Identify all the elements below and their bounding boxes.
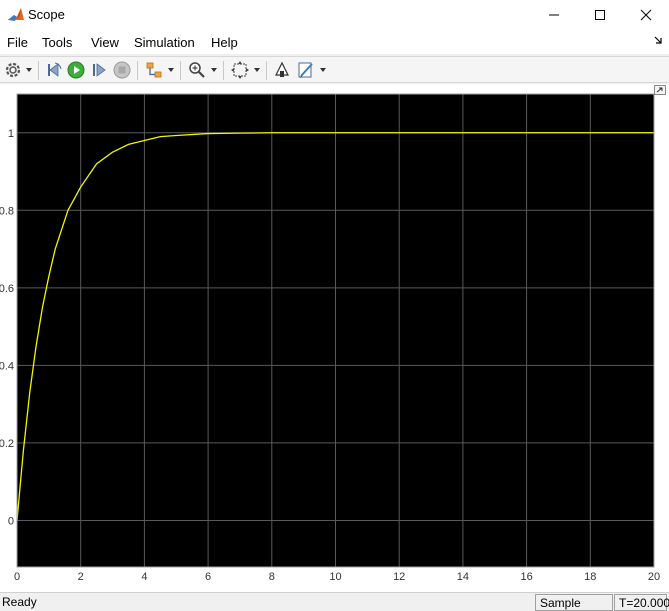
close-icon xyxy=(640,9,652,21)
plot-area: 0 2 4 6 8 10 12 14 16 18 20 0 0.2 0.4 0.6 0.8 1 xyxy=(0,84,669,592)
autoscale-icon[interactable] xyxy=(230,60,250,80)
x-tick-label: 8 xyxy=(269,571,275,583)
menu-tools[interactable]: Tools xyxy=(42,35,72,50)
zoom-icon[interactable] xyxy=(187,60,207,80)
status-mode: Sample based xyxy=(535,594,613,611)
y-tick-label: 0.8 xyxy=(0,205,14,217)
menu-help[interactable]: Help xyxy=(211,35,238,50)
y-tick-label: 0.2 xyxy=(0,438,14,450)
x-tick-label: 2 xyxy=(78,571,84,583)
x-tick-label: 16 xyxy=(520,571,532,583)
toolbar-separator xyxy=(180,61,181,80)
x-tick-label: 4 xyxy=(141,571,147,583)
y-tick-label: 0 xyxy=(8,515,14,527)
x-tick-label: 6 xyxy=(205,571,211,583)
x-tick-label: 0 xyxy=(14,571,20,583)
toolbar-separator xyxy=(223,61,224,80)
chevron-down-icon[interactable] xyxy=(25,66,33,74)
status-time: T=20.000 xyxy=(614,594,669,611)
title-bar: Scope xyxy=(0,0,669,30)
menu-simulation[interactable]: Simulation xyxy=(134,35,195,50)
window-title: Scope xyxy=(28,7,65,22)
toolbar-separator xyxy=(266,61,267,80)
x-tick-label: 20 xyxy=(648,571,660,583)
menu-bar: File Tools View Simulation Help xyxy=(0,30,669,54)
chevron-down-icon[interactable] xyxy=(210,66,218,74)
chevron-down-icon[interactable] xyxy=(319,66,327,74)
write-access-icon[interactable] xyxy=(272,60,292,80)
status-bar: Ready Sample based T=20.000 xyxy=(0,592,669,611)
chevron-down-icon[interactable] xyxy=(253,66,261,74)
close-button[interactable] xyxy=(623,0,669,30)
matlab-icon xyxy=(7,6,25,24)
maximize-button[interactable] xyxy=(577,0,623,30)
x-tick-label: 14 xyxy=(457,571,469,583)
menu-file[interactable]: File xyxy=(7,35,28,50)
minimize-icon xyxy=(549,14,559,16)
chevron-down-icon[interactable] xyxy=(167,66,175,74)
highlight-block-icon[interactable] xyxy=(144,60,164,80)
x-tick-label: 12 xyxy=(393,571,405,583)
toolbar-separator xyxy=(38,61,39,80)
x-tick-label: 18 xyxy=(584,571,596,583)
stop-icon[interactable] xyxy=(112,60,132,80)
status-ready: Ready xyxy=(2,595,37,609)
menu-view[interactable]: View xyxy=(91,35,119,50)
toolbar-separator xyxy=(137,61,138,80)
maximize-icon xyxy=(595,10,605,20)
x-tick-label: 10 xyxy=(329,571,341,583)
run-icon[interactable] xyxy=(66,60,86,80)
y-tick-label: 0.6 xyxy=(0,283,14,295)
settings-icon[interactable] xyxy=(3,60,23,80)
undock-arrow-icon[interactable] xyxy=(653,35,663,45)
y-tick-label: 1 xyxy=(8,128,14,140)
toolbar xyxy=(0,56,669,83)
style-icon[interactable] xyxy=(296,60,316,80)
y-tick-label: 0.4 xyxy=(0,360,14,372)
scope-plot[interactable]: 0 2 4 6 8 10 12 14 16 18 20 0 0.2 0.4 0.6 0.8 1 xyxy=(0,84,669,592)
minimize-button[interactable] xyxy=(531,0,577,30)
step-forward-icon[interactable] xyxy=(89,60,109,80)
step-back-icon[interactable] xyxy=(44,60,64,80)
undock-plot-icon[interactable] xyxy=(654,85,666,95)
